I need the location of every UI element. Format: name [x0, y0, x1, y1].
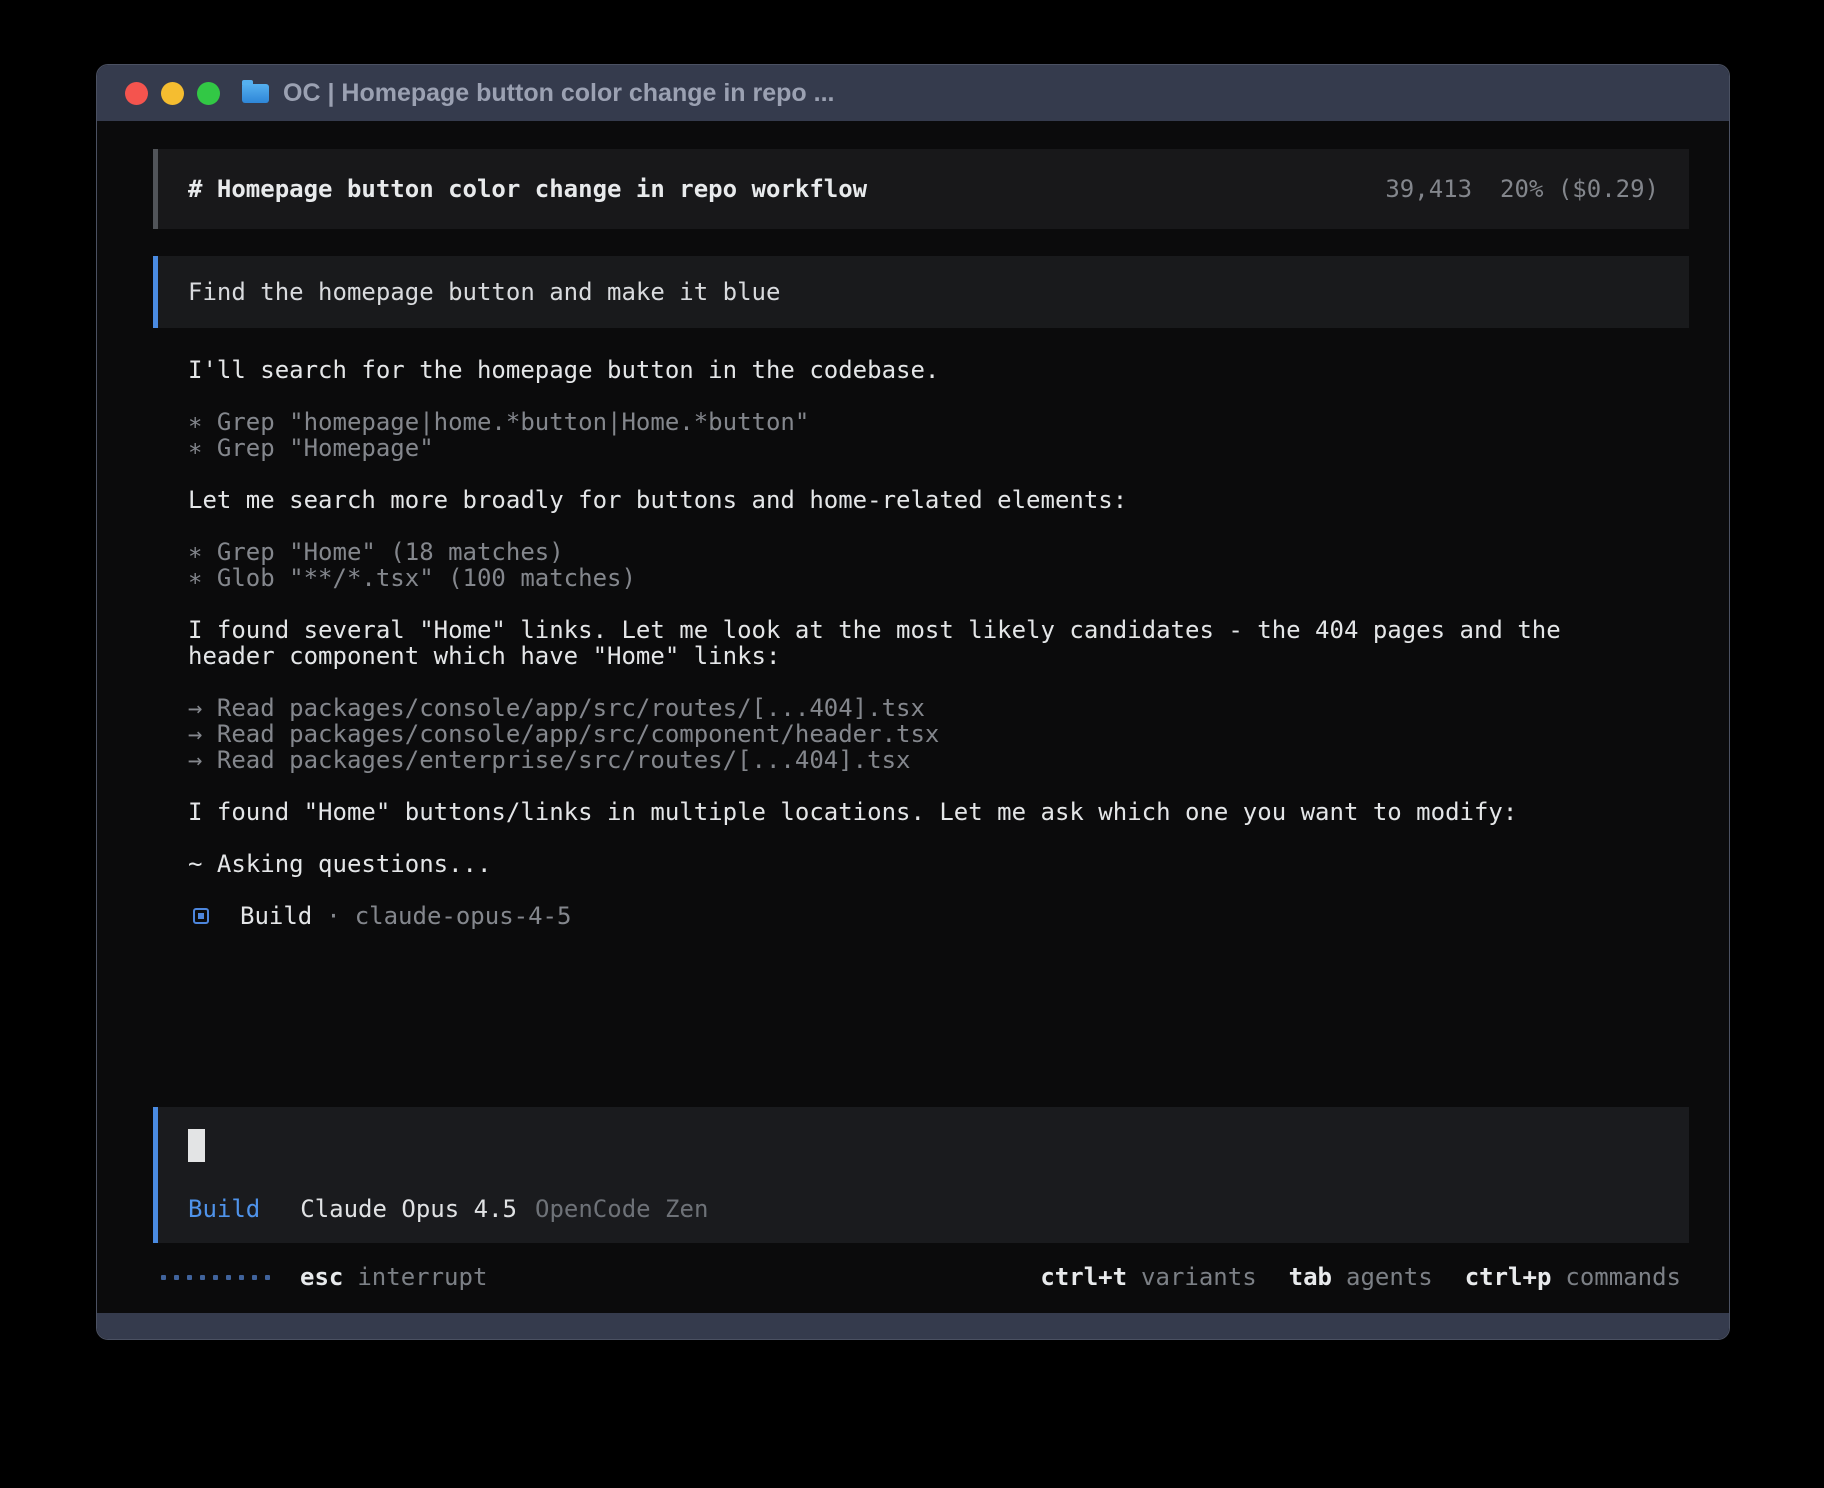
- key-tab: tab: [1289, 1263, 1332, 1291]
- key-ctrl+t: ctrl+t: [1040, 1263, 1127, 1291]
- label-commands: commands: [1565, 1263, 1681, 1291]
- desktop: OC | Homepage button color change in rep…: [0, 0, 1824, 1488]
- user-message-text: Find the homepage button and make it blu…: [188, 278, 780, 306]
- agent-status-line: Build · claude-opus-4-5: [188, 903, 1689, 929]
- transcript-line: [188, 461, 1689, 487]
- token-count: 39,413: [1385, 175, 1472, 203]
- transcript-line: I found "Home" buttons/links in multiple…: [188, 799, 1689, 825]
- spinner-dot: [161, 1275, 166, 1280]
- folder-icon: [242, 84, 269, 103]
- transcript-line: I found several "Home" links. Let me loo…: [188, 617, 1689, 643]
- window-title: OC | Homepage button color change in rep…: [283, 79, 834, 108]
- label-variants: variants: [1141, 1263, 1257, 1291]
- session-stats: 39,413 20% ($0.29): [1385, 175, 1659, 203]
- transcript-line: [188, 877, 1689, 903]
- transcript-line: [188, 669, 1689, 695]
- transcript-line: [188, 513, 1689, 539]
- hint-interrupt: esc interrupt: [300, 1263, 487, 1291]
- hint-variants: ctrl+t variants: [1040, 1263, 1256, 1291]
- traffic-lights: [125, 82, 220, 105]
- window-titlebar[interactable]: OC | Homepage button color change in rep…: [97, 65, 1729, 121]
- spinner-dot: [239, 1275, 244, 1280]
- agent-model: claude-opus-4-5: [355, 902, 572, 930]
- transcript-line: ∗ Grep "Home" (18 matches): [188, 539, 1689, 565]
- terminal-content: # Homepage button color change in repo w…: [97, 121, 1729, 1313]
- transcript-line: → Read packages/console/app/src/componen…: [188, 721, 1689, 747]
- label-interrupt: interrupt: [357, 1263, 487, 1291]
- transcript-line: I'll search for the homepage button in t…: [188, 357, 1689, 383]
- spinner-dot: [213, 1275, 218, 1280]
- window-bottom-edge: [97, 1313, 1729, 1339]
- status-bar-right: ctrl+t variants tab agents ctrl+p commands: [1040, 1263, 1681, 1291]
- transcript-line: ~ Asking questions...: [188, 851, 1689, 877]
- transcript-line: [188, 383, 1689, 409]
- context-usage: 20% ($0.29): [1500, 175, 1659, 203]
- status-bar: escinterrupt ctrl+tvariantstabagentsctrl…: [153, 1257, 1689, 1297]
- transcript-lines: I'll search for the homepage button in t…: [188, 357, 1689, 903]
- assistant-transcript: I'll search for the homepage button in t…: [153, 357, 1689, 929]
- hint-agents: tab agents: [1289, 1263, 1433, 1291]
- spinner-dot: [226, 1275, 231, 1280]
- agent-build-icon: [193, 908, 209, 924]
- agent-name: Build: [240, 902, 312, 930]
- user-message: Find the homepage button and make it blu…: [153, 256, 1689, 328]
- spinner-dot: [252, 1275, 257, 1280]
- provider-label: OpenCode Zen: [535, 1195, 708, 1223]
- agent-mode-label: Build: [188, 1195, 260, 1223]
- transcript-line: [188, 591, 1689, 617]
- text-cursor: [188, 1129, 205, 1162]
- transcript-line: Let me search more broadly for buttons a…: [188, 487, 1689, 513]
- transcript-line: [188, 773, 1689, 799]
- terminal-window: OC | Homepage button color change in rep…: [96, 64, 1730, 1340]
- spinner-dots: [161, 1275, 270, 1280]
- transcript-line: [188, 825, 1689, 851]
- key-ctrl+p: ctrl+p: [1465, 1263, 1552, 1291]
- close-button[interactable]: [125, 82, 148, 105]
- model-label: Claude Opus 4.5: [300, 1195, 517, 1223]
- label-agents: agents: [1346, 1263, 1433, 1291]
- input-mode-row: Build Claude Opus 4.5 OpenCode Zen: [188, 1195, 1659, 1223]
- status-bar-left: esc interrupt: [161, 1263, 487, 1291]
- spinner-dot: [187, 1275, 192, 1280]
- prompt-input[interactable]: Build Claude Opus 4.5 OpenCode Zen: [153, 1107, 1689, 1243]
- session-header: # Homepage button color change in repo w…: [153, 149, 1689, 229]
- spinner-dot: [265, 1275, 270, 1280]
- spinner-dot: [174, 1275, 179, 1280]
- minimize-button[interactable]: [161, 82, 184, 105]
- transcript-line: → Read packages/enterprise/src/routes/[.…: [188, 747, 1689, 773]
- fullscreen-button[interactable]: [197, 82, 220, 105]
- transcript-line: header component which have "Home" links…: [188, 643, 1689, 669]
- transcript-line: ∗ Grep "Homepage": [188, 435, 1689, 461]
- hint-commands: ctrl+p commands: [1465, 1263, 1681, 1291]
- transcript-line: ∗ Glob "**/*.tsx" (100 matches): [188, 565, 1689, 591]
- session-title: # Homepage button color change in repo w…: [188, 175, 867, 203]
- spinner-dot: [200, 1275, 205, 1280]
- transcript-line: → Read packages/console/app/src/routes/[…: [188, 695, 1689, 721]
- agent-separator: ·: [326, 902, 340, 930]
- key-esc: esc: [300, 1263, 343, 1291]
- transcript-line: ∗ Grep "homepage|home.*button|Home.*butt…: [188, 409, 1689, 435]
